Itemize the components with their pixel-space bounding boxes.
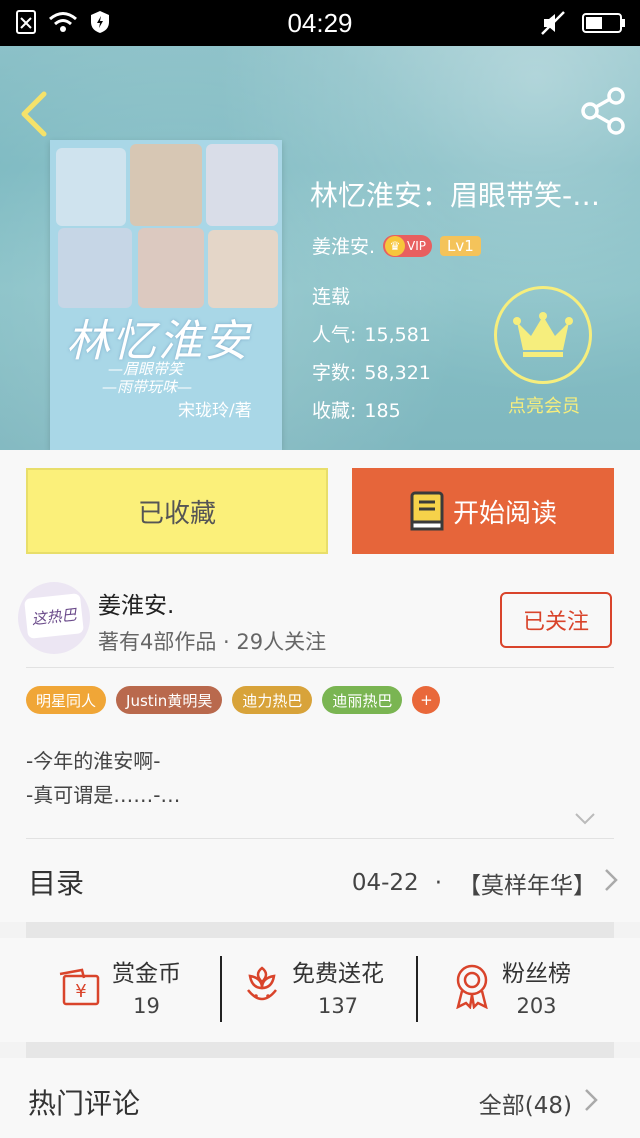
catalog-label: 目录 bbox=[28, 867, 85, 900]
share-icon[interactable] bbox=[578, 86, 628, 136]
follow-button[interactable]: 已关注 bbox=[500, 592, 612, 648]
tag-item[interactable]: 明星同人 bbox=[26, 686, 107, 714]
book-header: 林忆淮安 —眉眼带笑 —雨带玩味— 宋珑玲/著 林忆淮安：眉眼带笑-… 姜淮安.… bbox=[0, 46, 640, 450]
author-card: 这热巴 姜淮安. 著有4部作品 · 29人关注 已关注 bbox=[0, 570, 640, 668]
all-comments-link[interactable]: 全部(48) bbox=[479, 1086, 572, 1120]
action-bar: 已收藏 开始阅读 bbox=[0, 450, 640, 570]
tag-item[interactable]: 迪丽热巴 bbox=[322, 686, 403, 714]
divider bbox=[26, 667, 614, 668]
tag-item[interactable]: 迪力热巴 bbox=[232, 686, 313, 714]
crown-icon bbox=[513, 312, 573, 357]
svg-text:¥: ¥ bbox=[75, 981, 86, 1002]
serial-status: 连载 bbox=[312, 286, 351, 308]
catalog-latest-chapter: 【莫样年华】 bbox=[458, 873, 596, 899]
avatar[interactable]: 这热巴 bbox=[18, 582, 90, 654]
book-stats: 连载 人气: 15,581 字数: 58,321 收藏: 185 bbox=[312, 278, 431, 430]
chevron-right-icon[interactable] bbox=[584, 1088, 598, 1112]
vip-badge: ♛ VIP bbox=[383, 234, 433, 257]
medal-icon bbox=[456, 964, 488, 1009]
separator bbox=[220, 956, 222, 1022]
level-badge: Lv1 bbox=[440, 235, 481, 256]
chevron-right-icon bbox=[605, 869, 618, 891]
reward-row: ¥ 赏金币 19 免费送花 137 粉丝榜 203 bbox=[0, 938, 640, 1042]
author-card-name[interactable]: 姜淮安. bbox=[98, 586, 174, 620]
author-name[interactable]: 姜淮安. bbox=[312, 232, 375, 259]
chevron-down-icon[interactable] bbox=[574, 812, 596, 826]
book-description: -今年的淮安啊- -真可谓是……-… bbox=[26, 749, 181, 807]
tag-item[interactable]: Justin黄明昊 bbox=[116, 686, 223, 714]
status-bar: 04:29 bbox=[0, 0, 640, 46]
comments-header: 热门评论 全部(48) bbox=[0, 1058, 640, 1138]
cover-subtitle-2: —雨带玩味— bbox=[102, 378, 193, 396]
book-icon bbox=[410, 491, 444, 531]
book-cover[interactable]: 林忆淮安 —眉眼带笑 —雨带玩味— 宋珑玲/著 bbox=[50, 140, 282, 450]
battery-icon bbox=[582, 13, 625, 33]
book-title: 林忆淮安：眉眼带笑-… bbox=[310, 179, 601, 212]
flower-icon bbox=[247, 966, 277, 1001]
reward-fans[interactable]: 粉丝榜 203 bbox=[452, 954, 571, 1018]
back-icon[interactable] bbox=[16, 90, 52, 138]
author-row: 姜淮安. ♛ VIP Lv1 bbox=[312, 232, 481, 259]
favorite-button[interactable]: 已收藏 bbox=[26, 468, 328, 554]
add-tag-button[interactable]: + bbox=[412, 686, 441, 714]
catalog-date: 04-22 bbox=[351, 870, 419, 896]
catalog-row[interactable]: 目录 04-22 · 【莫样年华】 bbox=[0, 840, 640, 922]
coin-envelope-icon: ¥ bbox=[59, 968, 100, 1006]
tag-list: 明星同人 Justin黄明昊 迪力热巴 迪丽热巴 + bbox=[26, 686, 441, 714]
start-reading-label: 开始阅读 bbox=[452, 498, 557, 529]
author-card-meta: 著有4部作品 · 29人关注 bbox=[98, 630, 327, 654]
comments-label: 热门评论 bbox=[28, 1087, 141, 1120]
stat-favorites: 收藏: 185 bbox=[312, 400, 401, 422]
reward-coin[interactable]: ¥ 赏金币 19 bbox=[56, 954, 181, 1018]
member-label: 点亮会员 bbox=[508, 396, 580, 417]
cover-author: 宋珑玲/著 bbox=[178, 401, 252, 421]
stat-popularity: 人气: 15,581 bbox=[312, 324, 431, 346]
divider bbox=[26, 838, 614, 839]
stat-word-count: 字数: 58,321 bbox=[312, 362, 431, 384]
crown-icon: ♛ bbox=[385, 235, 406, 256]
separator bbox=[416, 956, 418, 1022]
start-reading-button[interactable]: 开始阅读 bbox=[352, 468, 614, 554]
member-button[interactable]: 点亮会员 bbox=[494, 286, 594, 418]
mute-icon bbox=[541, 11, 565, 35]
reward-flower[interactable]: 免费送花 137 bbox=[242, 954, 384, 1018]
